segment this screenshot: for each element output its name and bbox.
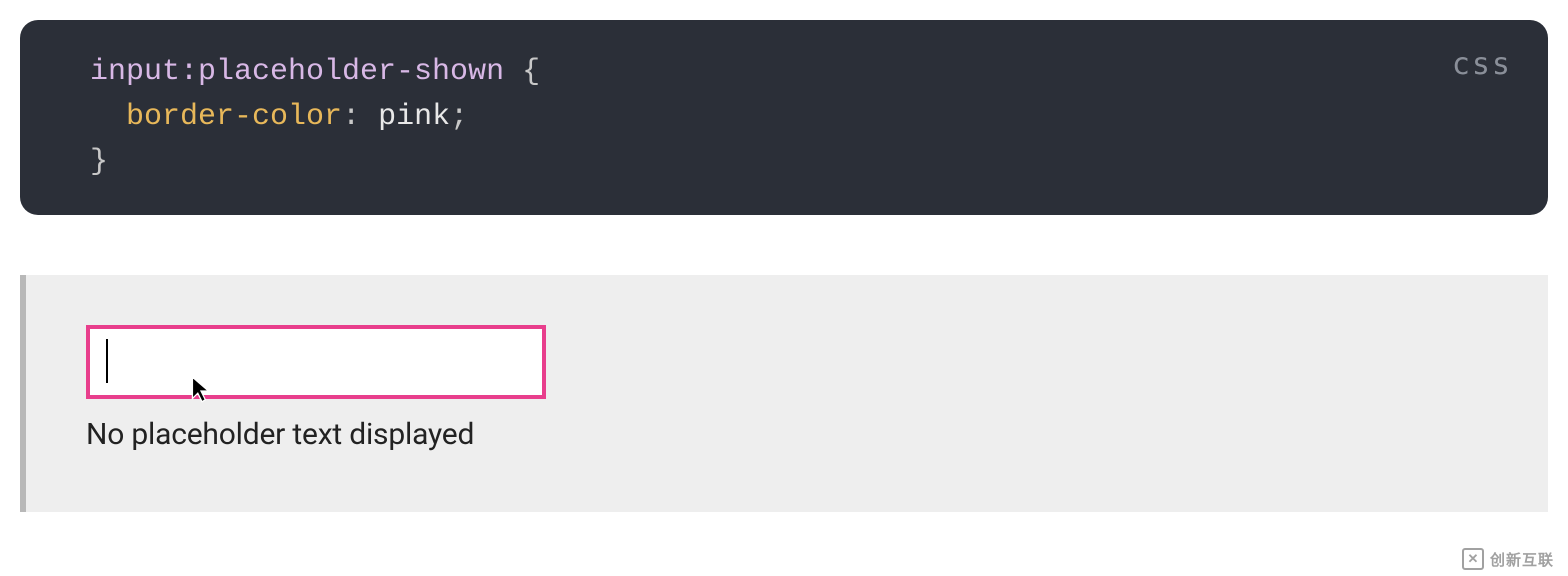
watermark-text: 创新互联 [1490,549,1554,570]
input-wrapper [86,325,546,399]
token-semicolon: ; [450,100,468,134]
token-close-brace: } [90,145,108,179]
token-value: pink [378,100,450,134]
watermark: ✕ 创新互联 [1462,548,1554,570]
code-line-3: } [90,140,1478,185]
token-pseudo: :placeholder-shown [180,55,504,89]
watermark-icon: ✕ [1462,548,1484,570]
example-block: No placeholder text displayed [20,275,1548,512]
token-selector: input [90,55,180,89]
token-colon: : [342,100,378,134]
code-line-2: border-color: pink; [90,95,1478,140]
code-line-1: input:placeholder-shown { [90,50,1478,95]
language-label: css [1452,42,1512,87]
demo-input[interactable] [86,325,546,399]
text-caret [106,339,108,383]
token-property: border-color [126,100,342,134]
token-open-brace: { [504,55,540,89]
example-caption: No placeholder text displayed [86,417,1488,452]
code-block: css input:placeholder-shown { border-col… [20,20,1548,215]
